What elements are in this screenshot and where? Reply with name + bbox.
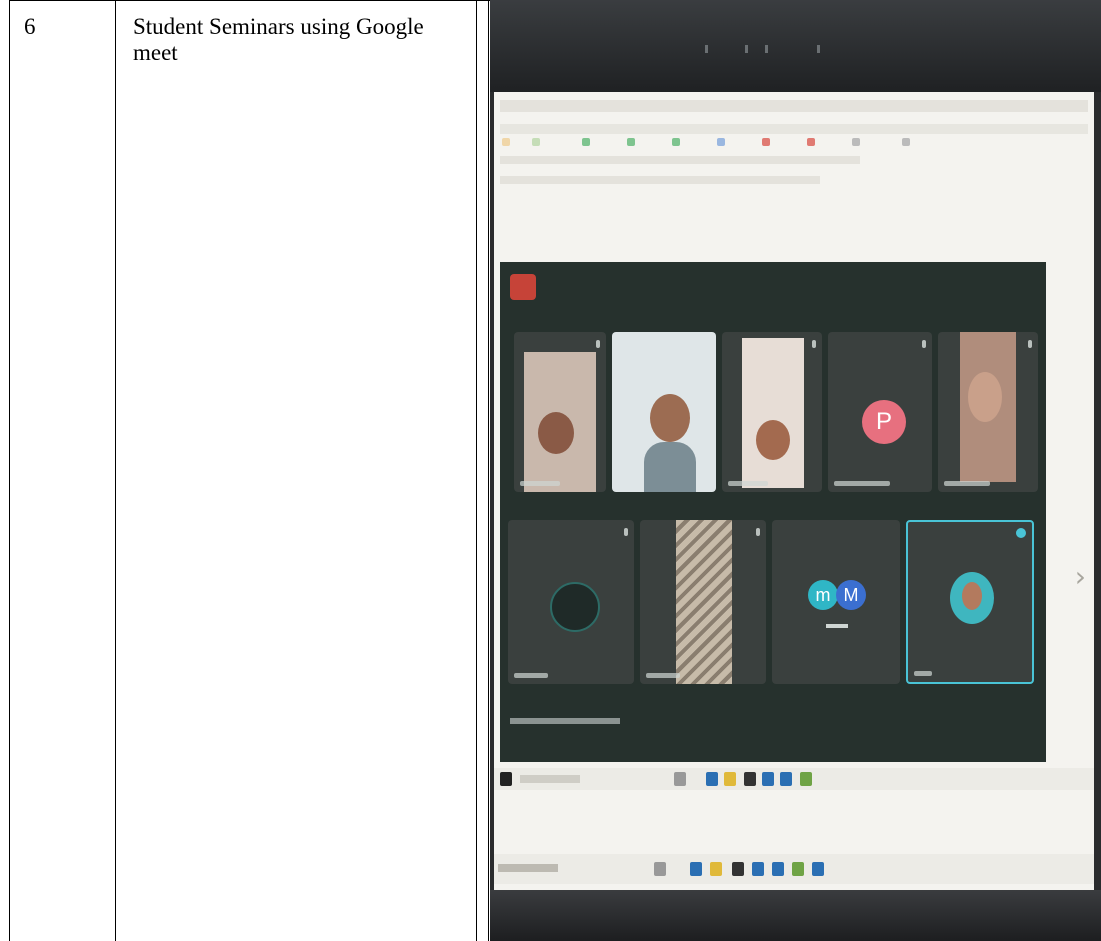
participant-tile: [508, 520, 634, 684]
participant-tile: [640, 520, 766, 684]
browser-address-row: [500, 124, 1088, 134]
row-title: Student Seminars using Google meet: [133, 14, 424, 65]
monitor-sensors: [705, 45, 835, 53]
monitor-screen: › P m M: [494, 92, 1094, 916]
avatar: M: [836, 580, 866, 610]
table-column-divider-2: [476, 0, 477, 941]
record-icon: [510, 274, 536, 300]
browser-title-bar: [500, 100, 1088, 112]
participant-tile-active: [906, 520, 1034, 684]
monitor-bezel-top: [490, 0, 1101, 92]
chevron-right-icon: ›: [1074, 560, 1086, 593]
participant-tile: [514, 332, 606, 492]
windows-taskbar-outer: [494, 854, 1094, 884]
participant-tile: [722, 332, 822, 492]
table-left-border: [9, 0, 10, 941]
table-column-divider-1: [115, 0, 116, 941]
participant-tile: [938, 332, 1038, 492]
table-column-divider-3: [488, 0, 489, 941]
bookmarks-bar-2: [500, 176, 820, 184]
browser-tab-strip: [502, 136, 1082, 148]
participant-tile: P: [828, 332, 932, 492]
monitor-bezel-bottom: [490, 890, 1101, 941]
avatar: m: [808, 580, 838, 610]
avatar: P: [862, 400, 906, 444]
participant-tile: [612, 332, 716, 492]
windows-taskbar-inner: [494, 768, 1094, 790]
row-number: 6: [24, 14, 36, 39]
google-meet-window: P m M: [500, 262, 1046, 916]
participant-tile: m M: [772, 520, 900, 684]
bookmarks-bar: [500, 156, 860, 164]
meeting-photo: › P m M: [490, 0, 1101, 941]
